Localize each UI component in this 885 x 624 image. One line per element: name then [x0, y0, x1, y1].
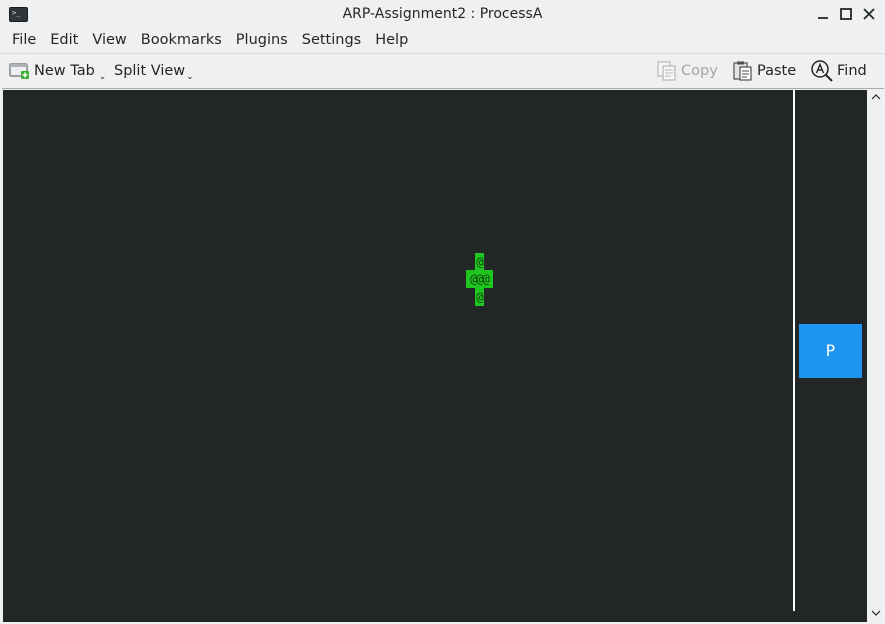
copy-label: Copy: [681, 63, 718, 79]
menu-view[interactable]: View: [85, 29, 133, 52]
sprite-middle-row: @@@: [466, 270, 493, 288]
copy-icon: [657, 61, 676, 81]
divider-line: [793, 90, 795, 611]
scroll-down-icon[interactable]: [871, 608, 881, 618]
chevron-down-icon[interactable]: ⌄: [186, 72, 194, 82]
vertical-scrollbar[interactable]: [868, 90, 884, 622]
sprite-top-row: @: [475, 253, 484, 271]
konsole-window: >_ ARP-Assignment2 : ProcessA File Edit …: [0, 0, 885, 624]
maximize-icon[interactable]: [838, 6, 854, 22]
menu-edit[interactable]: Edit: [43, 29, 85, 52]
close-icon[interactable]: [861, 6, 877, 22]
new-tab-button[interactable]: New Tab ⌄: [9, 57, 106, 85]
paste-button[interactable]: Paste: [732, 57, 796, 85]
find-button[interactable]: Find: [810, 57, 867, 85]
sprite-bottom-row: @: [475, 288, 484, 306]
side-indicator-box: P: [799, 324, 862, 378]
window-title: ARP-Assignment2 : ProcessA: [342, 6, 543, 22]
menu-bookmarks[interactable]: Bookmarks: [134, 29, 229, 52]
paste-label: Paste: [757, 63, 797, 79]
minimize-icon[interactable]: [815, 6, 831, 22]
chevron-down-icon[interactable]: ⌄: [99, 72, 107, 82]
paste-icon: [733, 61, 752, 81]
copy-button[interactable]: Copy: [656, 57, 718, 85]
find-label: Find: [837, 63, 867, 79]
title-bar: >_ ARP-Assignment2 : ProcessA: [0, 0, 885, 29]
menu-plugins[interactable]: Plugins: [229, 29, 295, 52]
menu-help[interactable]: Help: [368, 29, 415, 52]
menu-bar: File Edit View Bookmarks Plugins Setting…: [0, 29, 885, 52]
new-tab-label: New Tab: [34, 63, 95, 79]
menu-file[interactable]: File: [0, 29, 43, 52]
toolbar: New Tab ⌄ Split View ⌄ Copy Paste Find: [0, 53, 885, 87]
split-view-button[interactable]: Split View ⌄: [114, 57, 194, 85]
find-icon: [811, 60, 833, 82]
terminal-view[interactable]: @ @@@ @ P: [3, 90, 867, 622]
split-view-label: Split View: [114, 63, 186, 79]
new-tab-icon: [9, 63, 29, 79]
scroll-up-icon[interactable]: [871, 92, 881, 102]
menu-settings[interactable]: Settings: [295, 29, 368, 52]
